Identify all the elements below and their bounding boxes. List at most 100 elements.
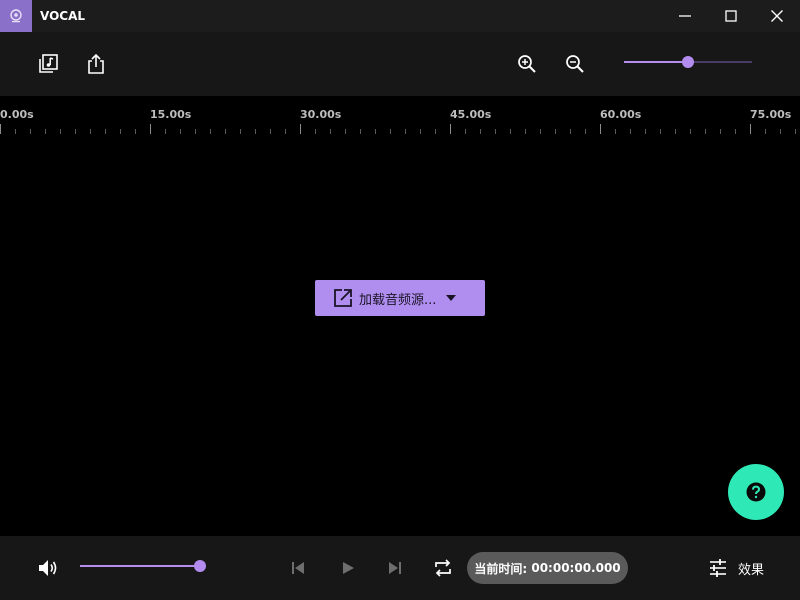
load-audio-button[interactable]: 加载音频源... <box>315 280 485 316</box>
ruler-tick <box>345 129 346 134</box>
ruler-tick <box>690 129 691 134</box>
playback-bar: 当前时间: 00:00:00.000 效果 <box>0 536 800 600</box>
ruler-tick <box>45 129 46 134</box>
app-logo <box>0 0 32 32</box>
ruler-tick <box>645 129 646 134</box>
ruler-tick <box>330 129 331 134</box>
minimize-button[interactable] <box>662 0 708 32</box>
ruler-tick <box>495 129 496 134</box>
volume-slider[interactable] <box>80 560 206 572</box>
ruler-tick <box>600 124 601 134</box>
ruler-tick <box>735 129 736 134</box>
zoom-slider-fill <box>624 61 688 63</box>
load-audio-label: 加载音频源... <box>359 292 437 308</box>
ruler-tick <box>120 129 121 134</box>
ruler-tick <box>585 129 586 134</box>
ruler-tick <box>90 129 91 134</box>
ruler-tick <box>435 129 436 134</box>
close-button[interactable] <box>754 0 800 32</box>
skip-previous-button[interactable] <box>282 552 314 584</box>
effects-label: 效果 <box>738 562 765 578</box>
ruler-tick <box>420 129 421 134</box>
ruler-tick <box>780 129 781 134</box>
ruler-tick <box>765 129 766 134</box>
ruler-label: 45.00s <box>450 108 492 121</box>
ruler-tick <box>180 129 181 134</box>
ruler-tick <box>210 129 211 134</box>
ruler-tick <box>525 129 526 134</box>
ruler-label: 30.00s <box>300 108 342 121</box>
music-library-button[interactable] <box>32 48 64 80</box>
window-controls <box>662 0 800 32</box>
zoom-slider[interactable] <box>624 56 752 68</box>
zoom-slider-thumb[interactable] <box>682 56 694 68</box>
effects-button[interactable]: 效果 <box>708 552 764 584</box>
minimize-icon <box>679 15 691 17</box>
ruler-tick <box>480 129 481 134</box>
ruler-tick <box>555 129 556 134</box>
export-button[interactable] <box>80 48 112 80</box>
ruler-tick <box>405 129 406 134</box>
ruler-label: 75.00s <box>750 108 792 121</box>
ruler-label: 60.00s <box>600 108 642 121</box>
volume-slider-thumb[interactable] <box>194 560 206 572</box>
ruler-tick <box>750 124 751 134</box>
ruler-tick <box>135 129 136 134</box>
vocal-logo-icon <box>10 9 22 23</box>
ruler-tick <box>660 129 661 134</box>
ruler-tick <box>705 129 706 134</box>
ruler-tick <box>510 129 511 134</box>
ruler-tick <box>360 129 361 134</box>
app-title: VOCAL <box>40 9 86 23</box>
timeline-ruler[interactable]: 0.00s 15.00s 30.00s 45.00s 60.00s 75.00s <box>0 96 800 136</box>
ruler-tick <box>0 124 1 134</box>
maximize-button[interactable] <box>708 0 754 32</box>
open-external-icon <box>334 289 352 307</box>
ruler-tick <box>150 124 151 134</box>
skip-next-icon <box>389 562 401 574</box>
skip-next-button[interactable] <box>379 552 411 584</box>
ruler-tick <box>225 129 226 134</box>
zoom-in-button[interactable] <box>511 48 543 80</box>
ruler-tick <box>795 129 796 134</box>
close-icon <box>771 10 783 22</box>
loop-button[interactable] <box>427 552 459 584</box>
waveform-area[interactable] <box>0 136 800 536</box>
caret-down-icon <box>446 295 457 301</box>
zoom-out-button[interactable] <box>559 48 591 80</box>
volume-slider-fill <box>80 565 200 567</box>
zoom-out-icon <box>566 55 584 73</box>
sliders-icon <box>710 559 726 577</box>
repeat-icon <box>435 559 451 577</box>
current-time-display: 当前时间: 00:00:00.000 <box>467 552 628 584</box>
music-library-icon <box>39 54 58 73</box>
current-time-label: 当前时间: <box>474 561 528 576</box>
play-icon <box>343 562 354 574</box>
play-button[interactable] <box>332 552 364 584</box>
help-button[interactable] <box>728 464 784 520</box>
ruler-tick <box>75 129 76 134</box>
ruler-tick <box>375 129 376 134</box>
ruler-tick <box>60 129 61 134</box>
title-bar: VOCAL <box>0 0 800 32</box>
volume-icon <box>39 560 57 576</box>
ruler-tick <box>540 129 541 134</box>
ruler-tick <box>675 129 676 134</box>
ruler-tick <box>570 129 571 134</box>
ruler-tick <box>390 129 391 134</box>
volume-button[interactable] <box>32 552 64 584</box>
zoom-in-icon <box>518 55 536 73</box>
maximize-icon <box>725 10 737 22</box>
skip-previous-icon <box>292 562 304 574</box>
ruler-label: 15.00s <box>150 108 192 121</box>
ruler-tick <box>300 124 301 134</box>
ruler-tick <box>255 129 256 134</box>
question-icon <box>746 482 766 502</box>
ruler-tick <box>240 129 241 134</box>
ruler-tick <box>15 129 16 134</box>
ruler-tick <box>105 129 106 134</box>
ruler-tick <box>450 124 451 134</box>
ruler-tick <box>720 129 721 134</box>
ruler-tick <box>285 129 286 134</box>
ruler-tick <box>195 129 196 134</box>
